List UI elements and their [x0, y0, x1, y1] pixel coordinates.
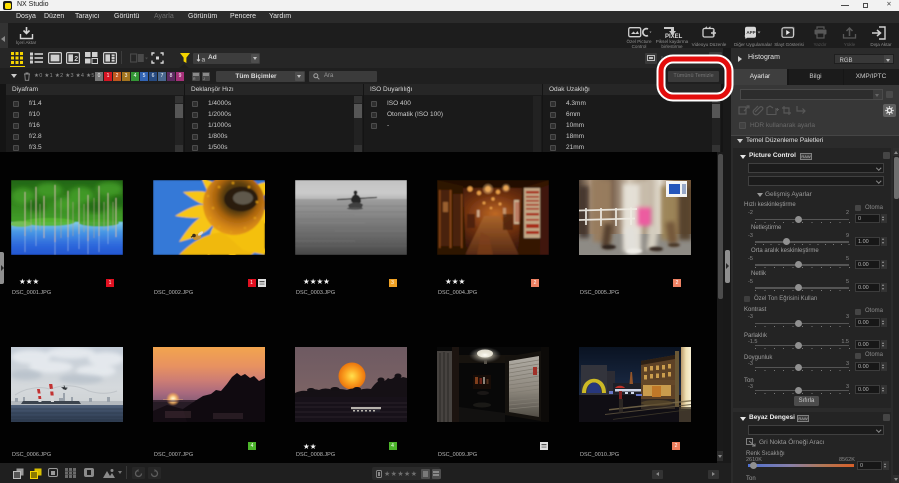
- svg-text:APP: APP: [746, 30, 755, 35]
- svg-text:a: a: [202, 57, 206, 63]
- svg-text:2: 2: [74, 56, 78, 63]
